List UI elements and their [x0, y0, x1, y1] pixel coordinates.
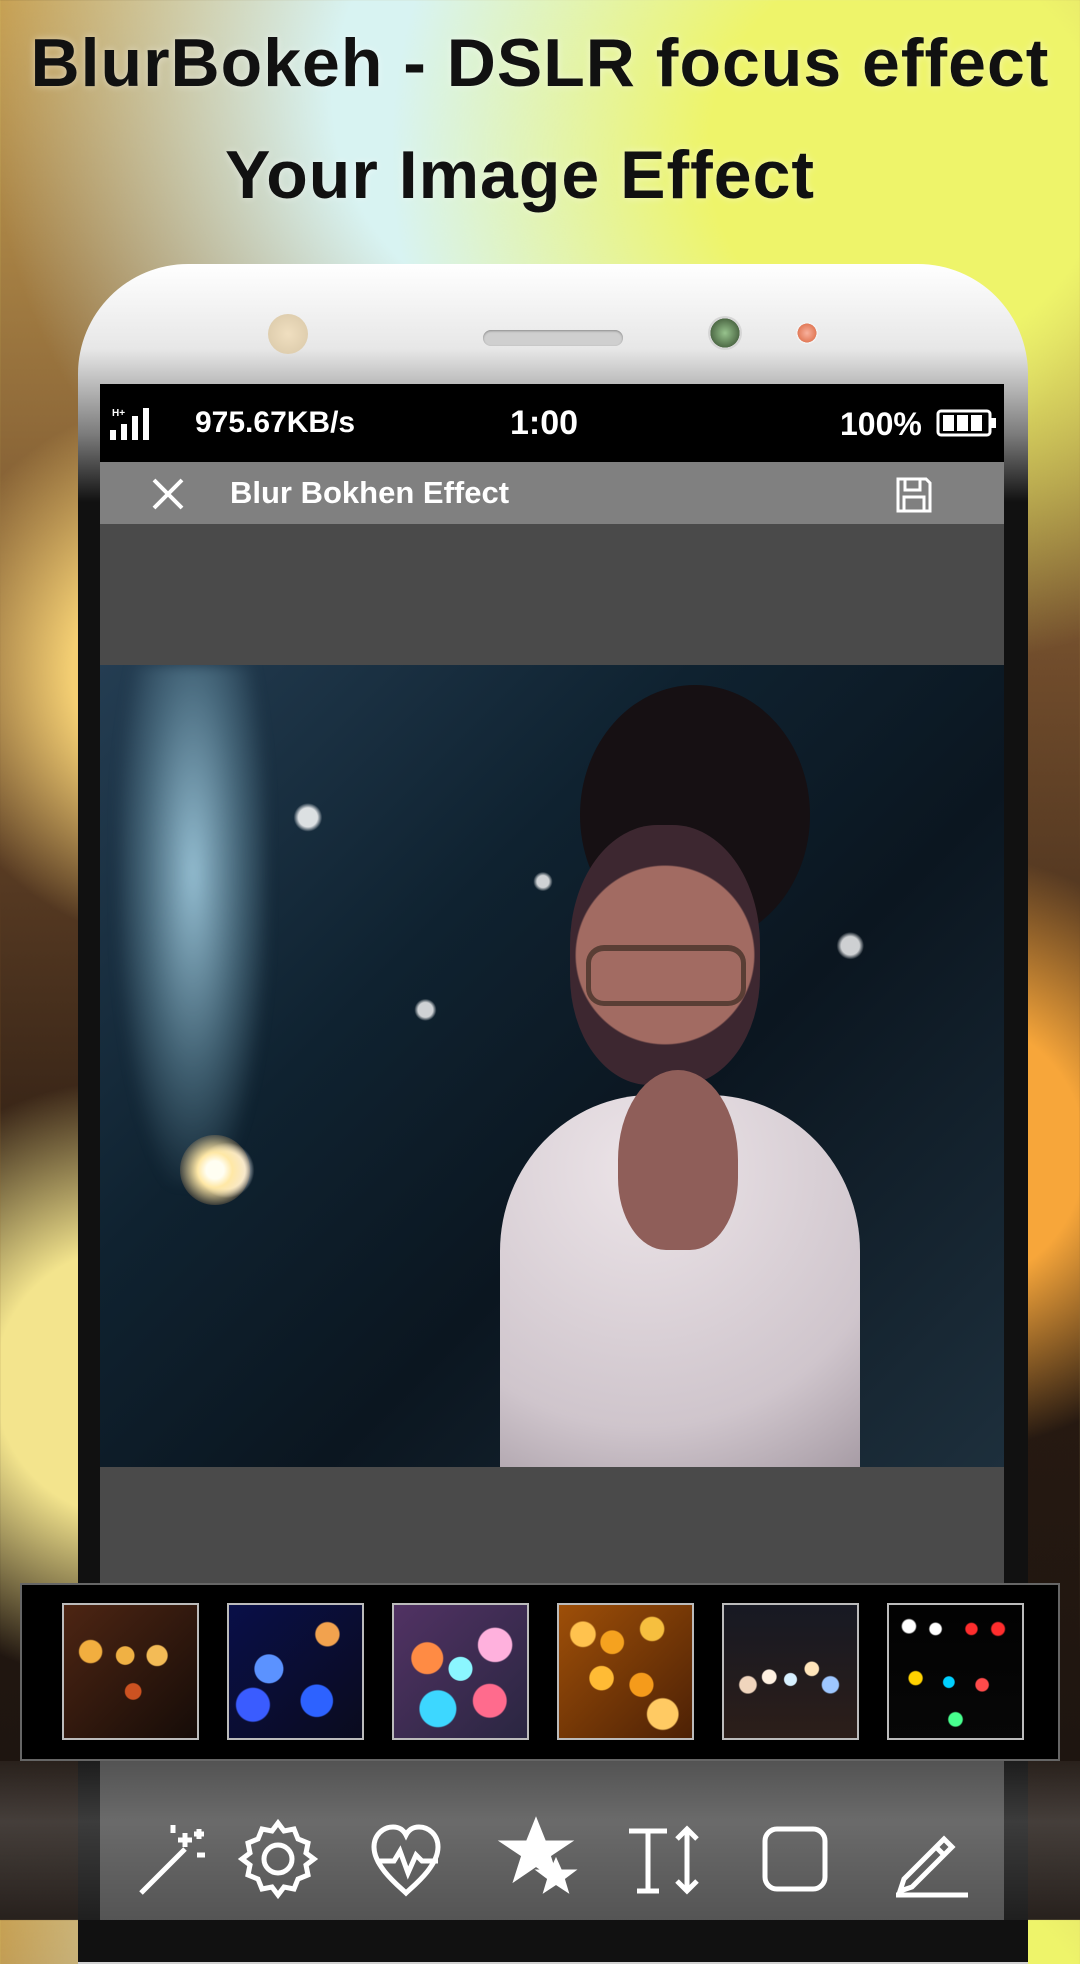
magic-wand-button[interactable]	[125, 1813, 217, 1905]
network-speed: 975.67KB/s	[195, 406, 356, 439]
close-button[interactable]	[146, 472, 190, 516]
svg-text:H+: H+	[112, 408, 125, 419]
promo-title: BlurBokeh - DSLR focus effect	[30, 25, 1050, 101]
effect-thumbnail-3[interactable]	[392, 1603, 529, 1740]
status-bar: H+ 975.67KB/s 1:00 100%	[100, 384, 1004, 462]
text-size-icon	[629, 1825, 699, 1895]
magic-wand-icon	[139, 1825, 205, 1895]
woman-glasses	[586, 945, 746, 1006]
bottom-toolbar	[0, 1761, 1080, 1920]
signal-icon: H+	[110, 408, 149, 440]
effect-thumbnail-4[interactable]	[557, 1603, 694, 1740]
stars-icon	[497, 1816, 578, 1894]
front-camera	[708, 316, 742, 350]
effects-strip	[20, 1583, 1060, 1761]
app-title: Blur Bokhen Effect	[230, 475, 510, 510]
effect-thumbnail-6[interactable]	[887, 1603, 1024, 1740]
battery-level: 100%	[840, 406, 922, 442]
battery-icon	[936, 409, 996, 437]
square-icon	[762, 1826, 828, 1892]
sparkler-flare	[180, 1135, 250, 1205]
draw-button[interactable]	[884, 1813, 976, 1905]
edited-photo[interactable]	[100, 665, 1004, 1467]
heartbeat-icon	[371, 1824, 441, 1897]
photo-smoke	[118, 665, 268, 1185]
shape-button[interactable]	[749, 1813, 841, 1905]
text-button[interactable]	[619, 1813, 711, 1905]
effect-thumbnail-1[interactable]	[62, 1603, 199, 1740]
save-button[interactable]	[892, 473, 936, 517]
settings-button[interactable]	[232, 1813, 324, 1905]
gear-icon	[237, 1818, 319, 1900]
pencil-icon	[896, 1835, 968, 1898]
phone-sensor-right	[796, 322, 818, 344]
phone-sensor-left	[268, 314, 308, 354]
phone-speaker	[483, 330, 623, 346]
favorite-button[interactable]	[360, 1813, 452, 1905]
promo-subtitle: Your Image Effect	[224, 137, 816, 213]
effect-thumbnail-5[interactable]	[722, 1603, 859, 1740]
effect-thumbnail-2[interactable]	[227, 1603, 364, 1740]
sticker-button[interactable]	[490, 1813, 582, 1905]
status-time: 1:00	[510, 404, 579, 442]
woman-hand	[618, 1070, 738, 1250]
app-bar: Blur Bokhen Effect	[100, 462, 1004, 524]
